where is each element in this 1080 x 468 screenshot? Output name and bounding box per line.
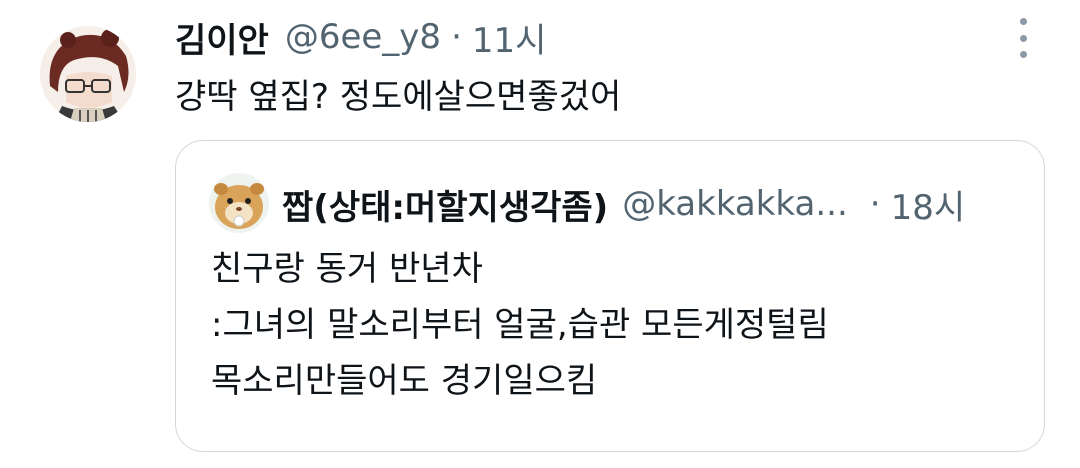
quoted-author-handle[interactable]: @kakkakka...	[622, 184, 848, 224]
tweet-text: 걍딱 옆집? 정도에살으면좋겄어	[175, 77, 622, 117]
author-avatar[interactable]	[40, 26, 136, 122]
quoted-text-line: :그녀의 말소리부터 얼굴,습관 모든게정털림	[211, 305, 829, 345]
separator-dot: ·	[451, 17, 462, 57]
quoted-tweet-text: 친구랑 동거 반년차 :그녀의 말소리부터 얼굴,습관 모든게정털림 목소리만들…	[211, 241, 829, 409]
quoted-text-line: 친구랑 동거 반년차	[211, 249, 483, 289]
author-name[interactable]: 김이안	[175, 13, 269, 62]
quoted-tweet-time[interactable]: 18시	[891, 180, 966, 229]
tweet-header: 김이안 @6ee_y8 · 11시	[175, 12, 546, 62]
quoted-author-name[interactable]: 짭(상태:머할지생각좀)	[282, 180, 608, 229]
more-dot	[1019, 51, 1027, 58]
hamster-avatar-icon	[209, 173, 269, 233]
quoted-author-avatar[interactable]	[209, 173, 269, 233]
tweet-time[interactable]: 11시	[472, 13, 547, 62]
more-dot	[1019, 18, 1027, 25]
anime-character-avatar-icon	[40, 26, 136, 122]
quoted-tweet-header: 짭(상태:머할지생각좀) @kakkakka... · 18시	[282, 179, 965, 229]
author-handle[interactable]: @6ee_y8	[285, 17, 441, 57]
quoted-tweet-card[interactable]: 짭(상태:머할지생각좀) @kakkakka... · 18시 친구랑 동거 반…	[175, 140, 1045, 452]
more-dot	[1019, 34, 1027, 42]
quoted-text-line: 목소리만들어도 경기일으킴	[211, 361, 598, 401]
more-vertical-icon[interactable]	[1012, 18, 1034, 58]
separator-dot: ·	[869, 184, 881, 224]
